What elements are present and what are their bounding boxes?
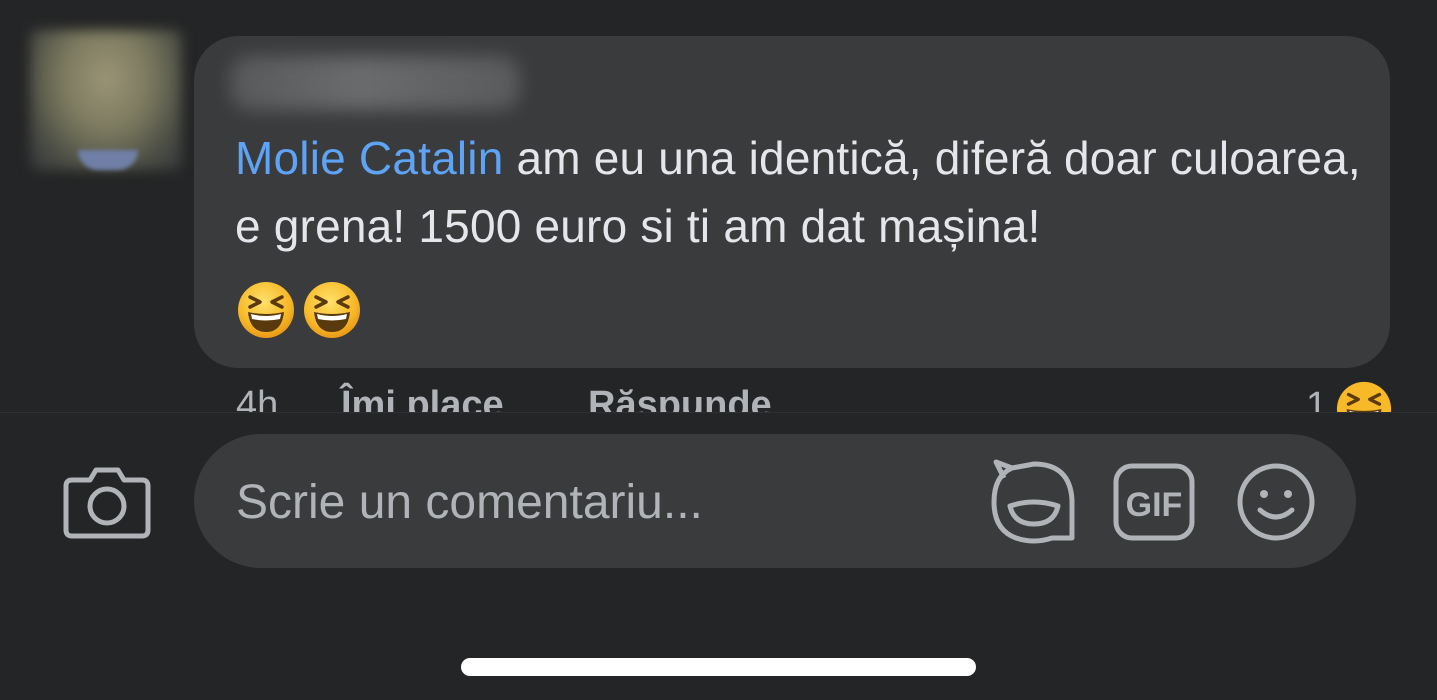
home-indicator[interactable] xyxy=(461,658,976,676)
mention-link[interactable]: Molie Catalin xyxy=(235,132,504,184)
comment-body: Molie Catalin am eu una identică, diferă… xyxy=(235,124,1365,260)
reply-button[interactable]: Răspunde xyxy=(588,384,772,412)
comment-time: 4h xyxy=(236,384,279,412)
laughing-emoji-icon xyxy=(238,282,294,338)
laughing-emoji-icon xyxy=(304,282,360,338)
like-button[interactable]: Îmi place xyxy=(341,384,504,412)
reaction-summary[interactable]: 1 xyxy=(1306,380,1393,412)
comment-emojis xyxy=(236,280,362,340)
laughing-emoji-icon xyxy=(1337,381,1392,412)
author-name-blurred[interactable] xyxy=(230,56,520,110)
comment-thread: Molie Catalin am eu una identică, diferă… xyxy=(0,0,1437,412)
emoji-icon[interactable] xyxy=(1236,462,1316,542)
gif-label: GIF xyxy=(1126,486,1183,524)
comment-bubble[interactable]: Molie Catalin am eu una identică, diferă… xyxy=(194,36,1390,368)
camera-icon[interactable] xyxy=(62,458,152,542)
gif-icon[interactable]: GIF xyxy=(1112,462,1196,542)
sticker-icon[interactable] xyxy=(990,458,1078,546)
avatar[interactable] xyxy=(30,30,182,170)
reaction-count: 1 xyxy=(1306,385,1328,412)
comment-screen: Molie Catalin am eu una identică, diferă… xyxy=(0,0,1437,700)
comment-composer: GIF xyxy=(0,412,1437,700)
comment-input-box[interactable]: GIF xyxy=(194,434,1356,568)
comment-input[interactable] xyxy=(234,464,978,540)
